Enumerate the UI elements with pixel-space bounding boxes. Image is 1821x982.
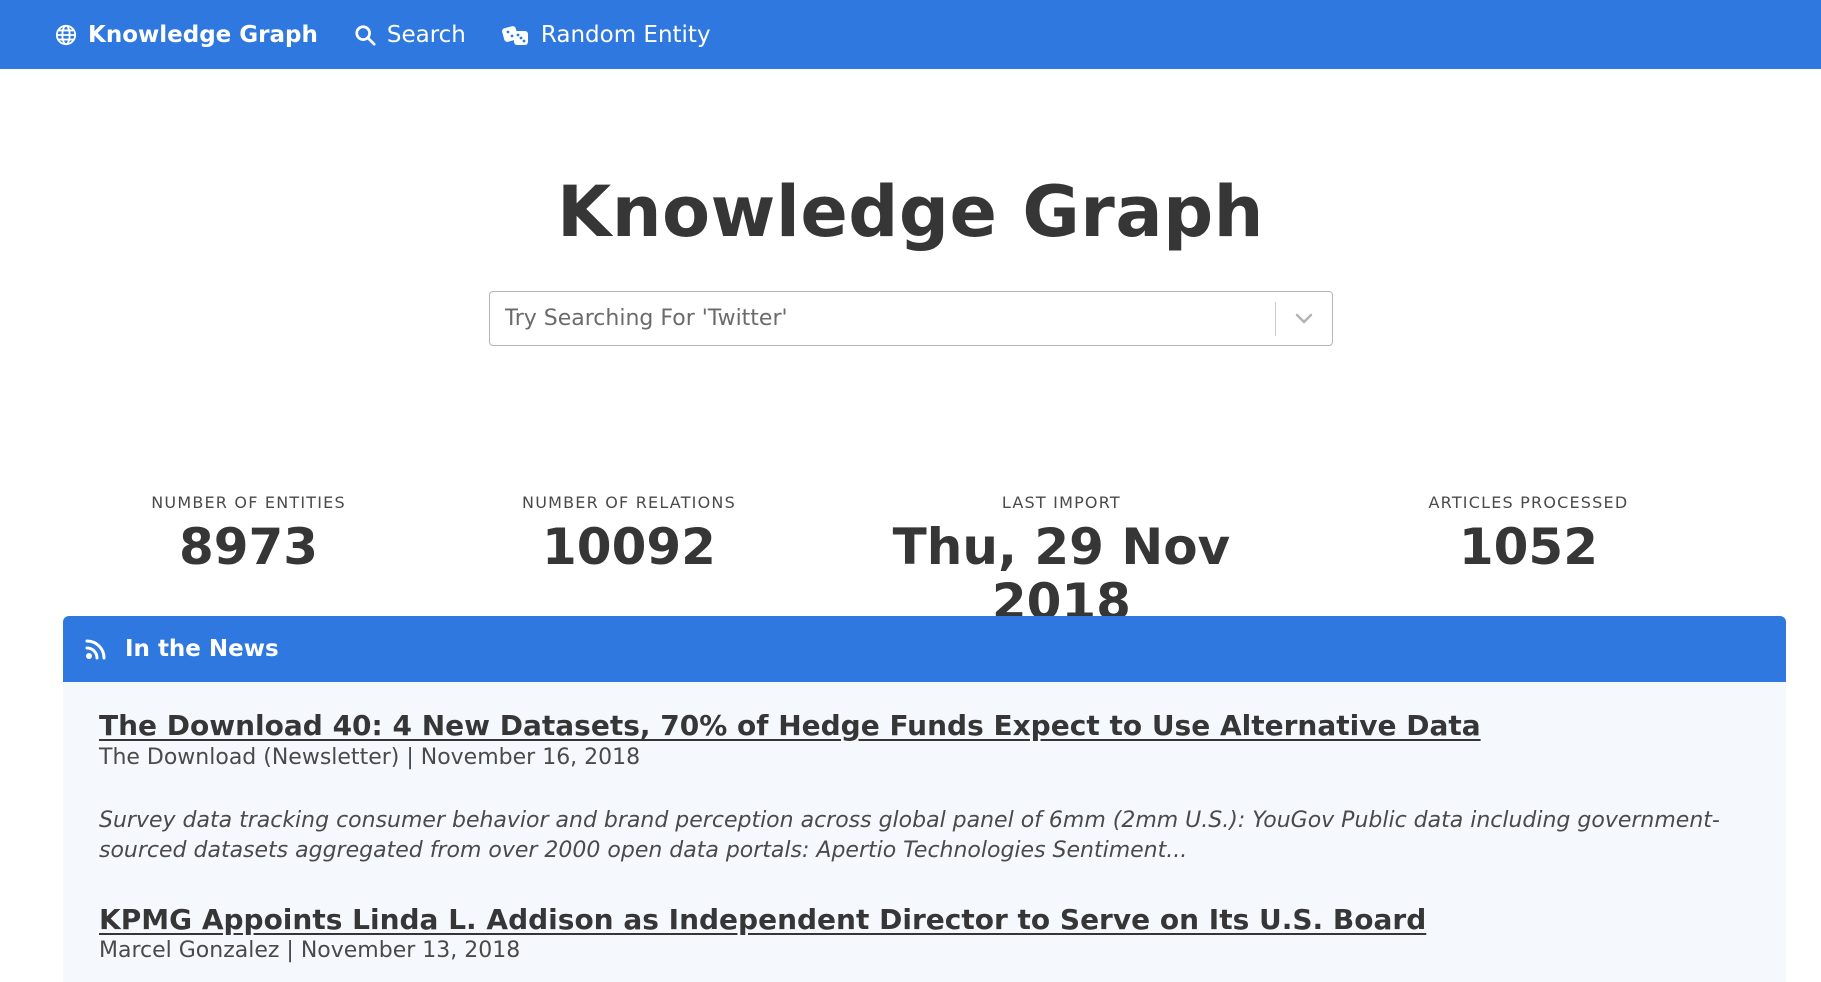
news-list: The Download 40: 4 New Datasets, 70% of … <box>63 682 1786 982</box>
stat-value: Thu, 29 Nov 2018 <box>892 518 1231 631</box>
stat-articles: Articles Processed 1052 <box>1299 493 1758 630</box>
article-title-link[interactable]: The Download 40: 4 New Datasets, 70% of … <box>99 709 1481 743</box>
search-icon <box>354 24 376 46</box>
stat-value: 10092 <box>542 518 716 576</box>
chevron-down-icon[interactable] <box>1276 292 1332 345</box>
article-summary: Survey data tracking consumer behavior a… <box>99 807 1720 863</box>
page-title: Knowledge Graph <box>556 171 1265 253</box>
news-panel: In the News The Download 40: 4 New Datas… <box>63 616 1786 982</box>
stat-value: 8973 <box>178 518 319 576</box>
navbar: Knowledge Graph Search Random Entity <box>0 0 1821 69</box>
entity-search-select[interactable] <box>488 291 1333 346</box>
rss-icon <box>85 638 107 660</box>
stat-last-import: Last Import Thu, 29 Nov 2018 <box>824 493 1299 630</box>
article-meta: The Download (Newsletter) | November 16,… <box>99 744 641 770</box>
stat-label: Articles Processed <box>1428 493 1629 512</box>
nav-random-entity-link[interactable]: Random Entity <box>501 21 711 48</box>
globe-icon <box>55 24 77 46</box>
nav-search-label: Search <box>386 21 466 48</box>
stat-relations: Number of Relations 10092 <box>434 493 824 630</box>
stat-label: Number of Relations <box>522 493 736 512</box>
search-input[interactable] <box>489 292 1275 345</box>
dice-icon <box>501 23 530 47</box>
brand-link[interactable]: Knowledge Graph <box>55 22 318 48</box>
article-meta: Marcel Gonzalez | November 13, 2018 <box>99 938 521 964</box>
stat-label: Last Import <box>1001 493 1121 512</box>
stat-label: Number of Entities <box>151 493 346 512</box>
stat-entities: Number of Entities 8973 <box>63 493 434 630</box>
news-title: In the News <box>125 636 279 662</box>
stats-bar: Number of Entities 8973 Number of Relati… <box>0 493 1821 630</box>
news-article: KPMG Appoints Linda L. Addison as Indepe… <box>99 903 1750 964</box>
article-title-link[interactable]: KPMG Appoints Linda L. Addison as Indepe… <box>99 903 1426 937</box>
stat-value: 1052 <box>1458 518 1599 576</box>
nav-search-link[interactable]: Search <box>354 22 466 48</box>
news-header: In the News <box>63 616 1786 682</box>
hero: Knowledge Graph <box>0 69 1821 346</box>
nav-random-label: Random Entity <box>540 21 711 48</box>
news-article: The Download 40: 4 New Datasets, 70% of … <box>99 709 1750 866</box>
brand-label: Knowledge Graph <box>88 21 318 48</box>
